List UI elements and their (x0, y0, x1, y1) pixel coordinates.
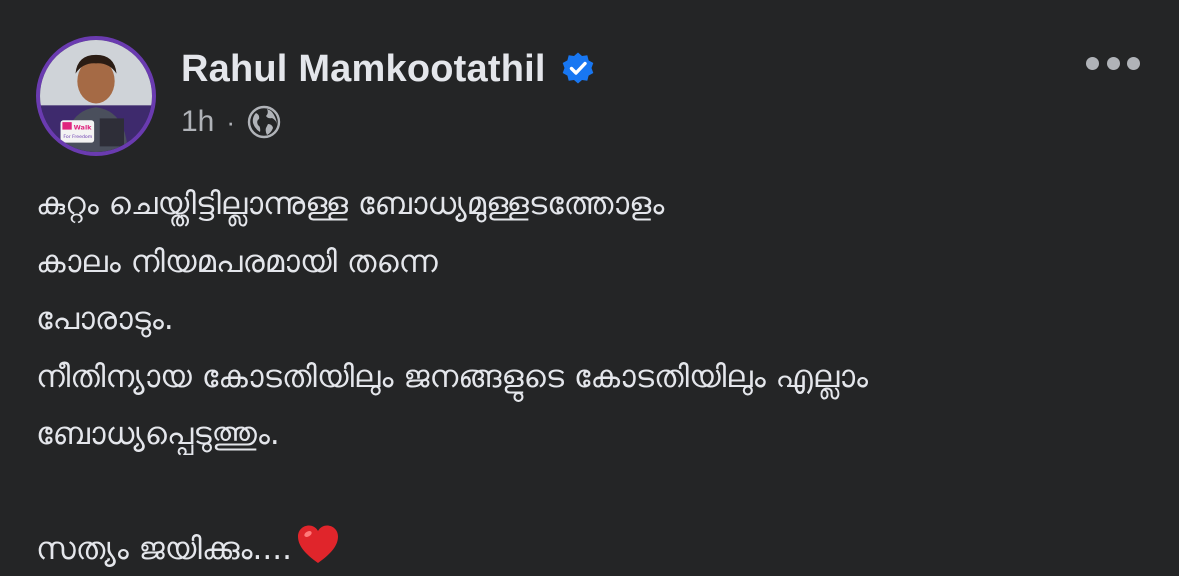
heart-icon (296, 523, 340, 567)
post-meta: 1h · (181, 102, 281, 142)
meta-separator: · (226, 106, 236, 137)
more-options-icon[interactable] (1082, 42, 1144, 84)
post-line-7: സത്യം ജയിക്കും.... (36, 531, 292, 567)
globe-icon[interactable] (247, 105, 281, 139)
post-line-3: പോരാടും. (36, 301, 174, 337)
post-body: കുറ്റം ചെയ്തിട്ടില്ലാന്നുള്ള ബോധ്യമുള്ളട… (36, 176, 1146, 576)
post-line-5: ബോധ്യപ്പെടുത്തും. (36, 416, 280, 452)
author-row: Rahul Mamkootathil (181, 46, 596, 92)
verified-badge-icon (560, 51, 596, 87)
avatar-badge-text-2: For Freedom (63, 134, 92, 140)
author-avatar[interactable]: Walk For Freedom (36, 36, 156, 156)
author-name[interactable]: Rahul Mamkootathil (181, 48, 546, 91)
more-dot (1127, 56, 1140, 70)
post-line-2: കാലം നിയമപരമായി തന്നെ (36, 243, 438, 280)
post-line-4: നീതിന്യായ കോടതിയിലും ജനങ്ങളുടെ കോടതിയിലു… (36, 358, 869, 395)
more-dot (1106, 56, 1120, 70)
avatar-badge-text-1: Walk (74, 124, 93, 132)
post-card: Walk For Freedom Rahul Mamkootathil 1h · (0, 0, 1179, 576)
post-line-1: കുറ്റം ചെയ്തിട്ടില്ലാന്നുള്ള ബോധ്യമുള്ളട… (36, 186, 665, 222)
more-dot (1086, 56, 1099, 70)
post-timestamp[interactable]: 1h (181, 105, 214, 139)
avatar-image: Walk For Freedom (40, 40, 152, 152)
post-line-closing: സത്യം ജയിക്കും.... (36, 521, 1146, 576)
